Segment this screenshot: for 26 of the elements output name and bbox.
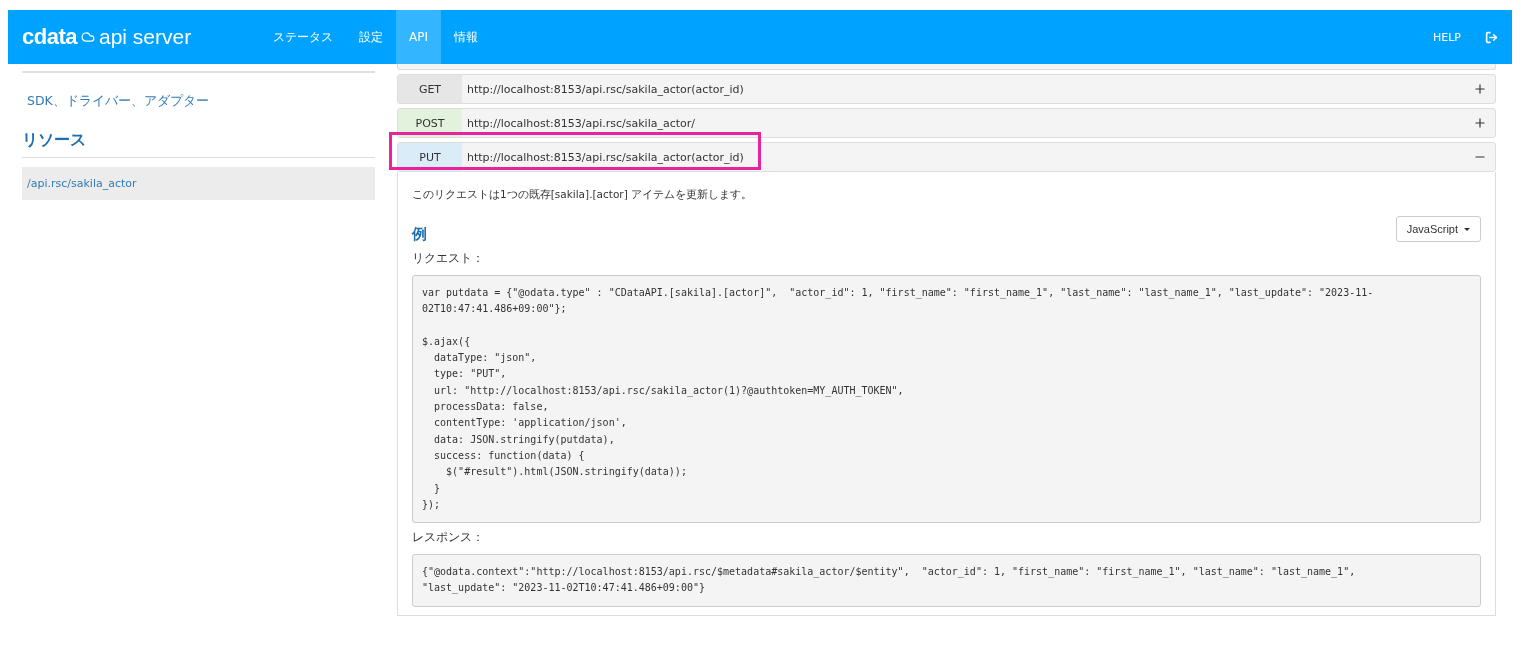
sdk-link[interactable]: SDK、ドライバー、アダプター: [22, 73, 375, 110]
nav-tab[interactable]: ステータス: [260, 10, 346, 64]
nav-tab[interactable]: 情報: [441, 10, 491, 64]
language-dropdown[interactable]: JavaScript: [1395, 216, 1481, 242]
resource-item[interactable]: /api.rsc/sakila_actor: [22, 167, 375, 200]
help-link[interactable]: HELP: [1419, 10, 1475, 64]
request-label: リクエスト：: [412, 250, 485, 267]
nav-tab[interactable]: API: [396, 10, 441, 64]
endpoint-url: http://localhost:8153/api.rsc/sakila_actor(actor_id): [466, 82, 745, 96]
nav-tab[interactable]: 設定: [346, 10, 396, 64]
response-code: {"@odata.context":"http://localhost:8153/api.rsc/$metadata#sakila_actor/$entity", "actor_id": 1, "first_name": "first_name_1", "last_name": "last_name_1", "last_update": "2023-11-02T10:47:41.486+09:00"}: [412, 554, 1481, 607]
cloud-icon: [81, 30, 95, 44]
logo-product: api server: [99, 25, 192, 49]
method-label: GET: [398, 75, 462, 103]
response-label: レスポンス：: [412, 529, 485, 547]
logo-brand: cdata: [22, 24, 77, 50]
resources-heading: リソース: [22, 130, 375, 158]
endpoint-url: http://localhost:8153/api.rsc/sakila_actor/: [466, 116, 697, 130]
method-label: POST: [398, 109, 462, 137]
endpoint-url: http://localhost:8153/api.rsc/sakila_actor(actor_id): [466, 150, 745, 164]
endpoint-row[interactable]: PUT http://localhost:8153/api.rsc/sakila_actor(actor_id): [397, 142, 1496, 172]
request-code: var putdata = {"@odata.type" : "CDataAPI.[sakila].[actor]", "actor_id": 1, "first_name": "first_name_1", "last_name": "last_name_1", "last_update": "2023-11- 02T10:47:41.486+09:00"}; $.ajax({ dataType: "json", type: "PUT", url: "http://localhost:8153/api.rsc/sakila_actor(1)?@authtoken=MY_AUTH_TOKEN", processData: false, contentType: 'application/json', data: JSON.stringify(putdata), success: function(data) { $("#result").html(JSON.stringify(data)); } });: [412, 275, 1481, 524]
description: このリクエストは1つの既存[sakila].[actor] アイテムを更新します。: [412, 188, 754, 202]
example-heading: 例: [412, 225, 427, 244]
endpoint-row[interactable]: POST http://localhost:8153/api.rsc/sakila_actor/: [397, 108, 1496, 138]
endpoint-row[interactable]: GET http://localhost:8153/api.rsc/sakila_actor(actor_id): [397, 74, 1496, 104]
